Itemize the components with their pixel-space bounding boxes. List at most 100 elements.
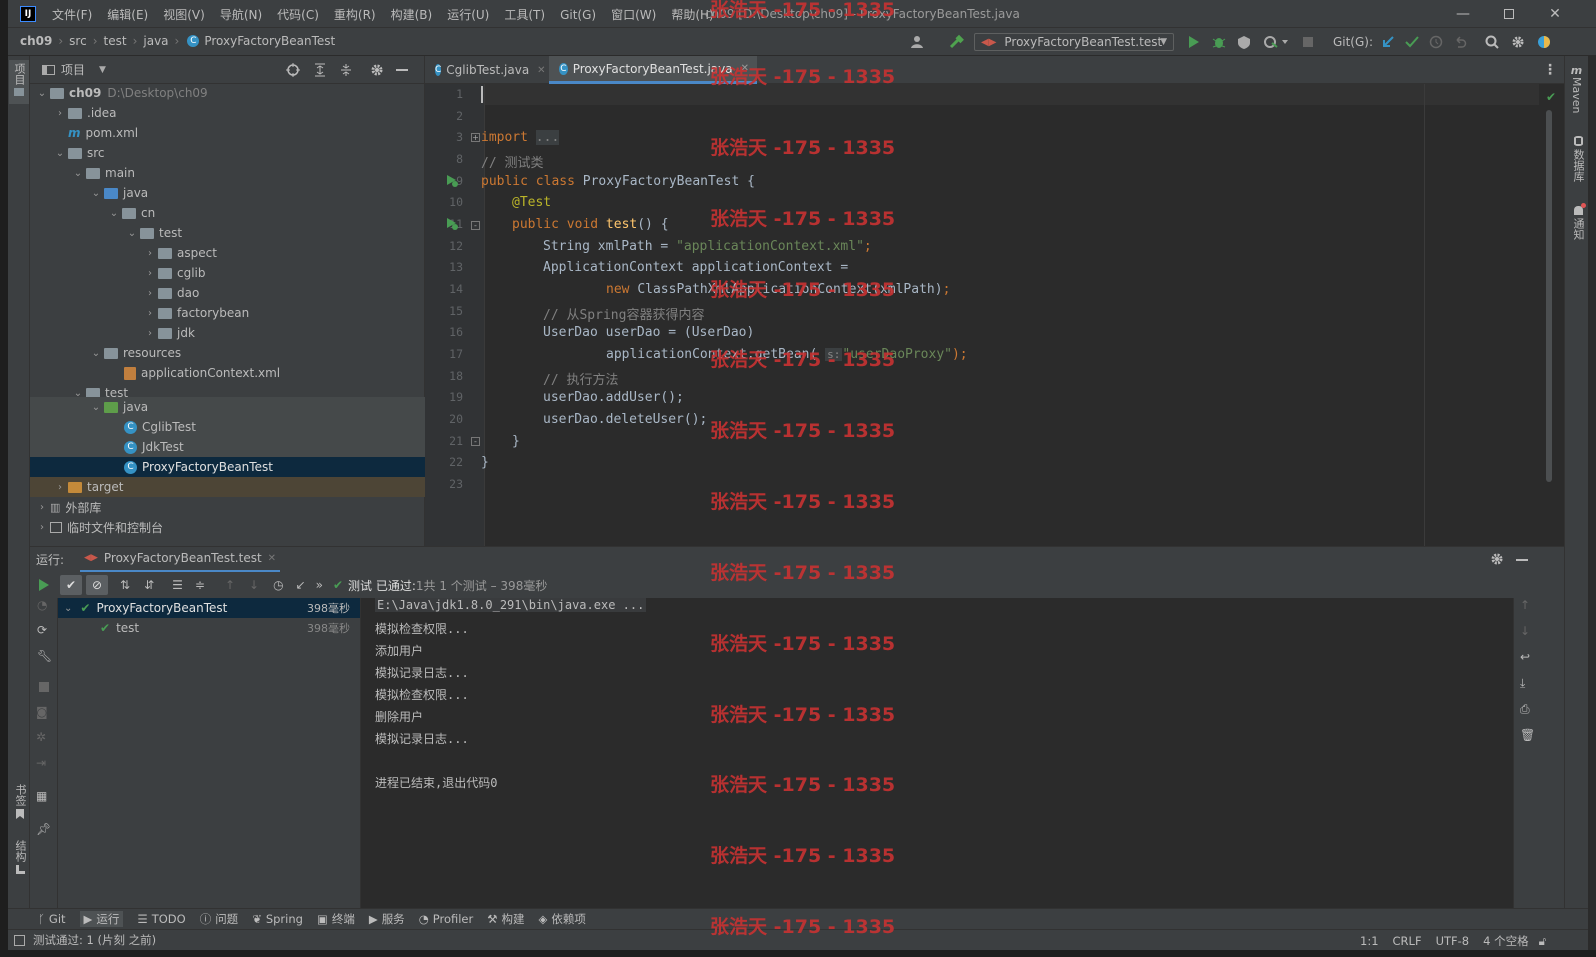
scroll-to-end-icon[interactable]: ⤓: [1520, 676, 1525, 691]
arrow-down-icon[interactable]: ↓: [249, 578, 259, 592]
tree-item-jdktest[interactable]: C JdkTest: [30, 437, 425, 457]
close-window-button[interactable]: ✕: [1532, 0, 1578, 28]
breadcrumb-item[interactable]: src: [69, 34, 87, 48]
caret-position[interactable]: 1:1: [1360, 934, 1379, 948]
menu-view[interactable]: 视图(V): [163, 6, 205, 23]
tab-cglibtest[interactable]: C CglibTest.java ✕: [425, 56, 549, 84]
tree-item-src[interactable]: ⌄ src: [30, 143, 425, 163]
wrench-icon[interactable]: 🔧︎: [37, 649, 52, 663]
tree-item-jdk[interactable]: › jdk: [30, 323, 425, 343]
file-encoding[interactable]: UTF-8: [1436, 934, 1470, 948]
search-icon[interactable]: [1482, 33, 1502, 51]
settings-gear-icon[interactable]: [1508, 33, 1528, 51]
maven-tool-button[interactable]: m Maven: [1570, 64, 1583, 113]
chevron-right-icon[interactable]: ›: [144, 308, 156, 319]
sort-duration-icon[interactable]: ⇵: [144, 578, 154, 592]
hide-panel-icon[interactable]: [396, 69, 408, 71]
breadcrumb-item[interactable]: ProxyFactoryBeanTest: [204, 34, 335, 48]
folded-imports[interactable]: ...: [535, 130, 560, 145]
git-rollback-icon[interactable]: [1450, 33, 1470, 51]
chevron-right-icon[interactable]: ›: [144, 268, 156, 279]
run-test-class-icon[interactable]: [445, 174, 459, 188]
chevron-down-icon[interactable]: ▼: [99, 65, 106, 75]
arrow-up-icon[interactable]: ↑: [1520, 598, 1530, 612]
menu-build[interactable]: 构建(B): [391, 6, 433, 23]
tree-item-factorybean[interactable]: › factorybean: [30, 303, 425, 323]
tree-item-main-java[interactable]: ⌄ java: [30, 183, 425, 203]
import-tests-icon[interactable]: ↙: [296, 578, 306, 592]
pin-icon[interactable]: 📌︎: [36, 822, 51, 836]
more-options-icon[interactable]: ⋮: [1543, 62, 1557, 78]
tree-item-cglib[interactable]: › cglib: [30, 263, 425, 283]
tree-item-proxyfactorybeantest[interactable]: C ProxyFactoryBeanTest: [30, 457, 425, 477]
tool-tab-spring[interactable]: ❦ Spring: [252, 912, 303, 926]
fold-end-icon[interactable]: -: [471, 437, 480, 446]
chevron-right-icon[interactable]: ›: [36, 502, 48, 513]
fold-expand-icon[interactable]: +: [471, 133, 480, 142]
menu-navigate[interactable]: 导航(N): [220, 6, 262, 23]
chevron-right-icon[interactable]: ›: [54, 108, 66, 119]
tool-tab-dependencies[interactable]: ◈ 依赖项: [539, 911, 586, 927]
sort-alpha-icon[interactable]: ⇅: [120, 578, 130, 592]
tree-item-aspect[interactable]: › aspect: [30, 243, 425, 263]
run-button[interactable]: [1184, 33, 1204, 51]
chevron-down-icon[interactable]: ⌄: [108, 208, 120, 219]
chevron-right-icon[interactable]: ›: [54, 482, 66, 493]
panel-settings-gear-icon[interactable]: [370, 63, 384, 77]
tree-item-cn[interactable]: ⌄ cn: [30, 203, 425, 223]
git-history-icon[interactable]: [1426, 33, 1446, 51]
menu-tools[interactable]: 工具(T): [504, 6, 545, 23]
locate-file-icon[interactable]: [286, 63, 300, 77]
editor-scrollbar[interactable]: ✔: [1539, 84, 1564, 546]
rerun-failed-icon[interactable]: ⟳: [37, 623, 47, 637]
tree-item-resources[interactable]: ⌄ resources: [30, 343, 425, 363]
tool-tab-terminal[interactable]: ▣ 终端: [317, 911, 355, 927]
hide-panel-icon[interactable]: [1516, 559, 1528, 561]
tree-item-cn-test[interactable]: ⌄ test: [30, 223, 425, 243]
tree-item-test-java[interactable]: ⌄ java: [30, 397, 425, 417]
build-hammer-icon[interactable]: [946, 33, 966, 51]
run-tab[interactable]: ◀▶ ProxyFactoryBeanTest.test ✕: [80, 547, 281, 573]
arrow-down-icon[interactable]: ↓: [1520, 624, 1530, 638]
print-icon[interactable]: ⎙: [1520, 702, 1530, 717]
menu-git[interactable]: Git(G): [560, 8, 596, 22]
user-icon[interactable]: [904, 33, 932, 51]
panel-toggle-icon[interactable]: [14, 934, 25, 946]
debug-button[interactable]: [1209, 33, 1229, 51]
chevron-down-icon[interactable]: ⌄: [126, 228, 138, 239]
status-message[interactable]: 测试通过: 1 (片刻 之前): [33, 932, 156, 948]
chevron-right-icon[interactable]: ›: [36, 522, 48, 533]
chevron-right-icon[interactable]: ›: [144, 328, 156, 339]
indent-setting[interactable]: 4 个空格: [1483, 933, 1528, 949]
test-result-row[interactable]: ⌄ ✔ ProxyFactoryBeanTest 398毫秒: [58, 598, 360, 618]
tree-item-external-libs[interactable]: › ▥ 外部库: [30, 497, 425, 517]
close-tab-icon[interactable]: ✕: [537, 65, 545, 76]
chevron-down-icon[interactable]: ⌄: [72, 168, 84, 179]
stop-button[interactable]: [1298, 33, 1318, 51]
chevron-down-icon[interactable]: ⌄: [90, 188, 102, 199]
breadcrumb-item[interactable]: ch09: [20, 34, 52, 48]
rerun-button[interactable]: [38, 578, 50, 592]
tree-item-dao[interactable]: › dao: [30, 283, 425, 303]
bookmarks-tool-button[interactable]: 书签: [12, 784, 28, 819]
expand-all-icon[interactable]: [313, 63, 327, 77]
menu-code[interactable]: 代码(C): [277, 6, 319, 23]
tree-item-pom[interactable]: m pom.xml: [30, 123, 425, 143]
run-config-select[interactable]: ◀▶ ProxyFactoryBeanTest.test ▼: [974, 33, 1174, 51]
git-commit-icon[interactable]: [1402, 33, 1422, 51]
breadcrumb-item[interactable]: java: [143, 34, 168, 48]
chevron-down-icon[interactable]: ⌄: [90, 348, 102, 359]
chevron-down-icon[interactable]: ⌄: [64, 603, 72, 614]
arrow-up-icon[interactable]: ↑: [225, 578, 235, 592]
project-tool-button[interactable]: 项目: [9, 60, 29, 104]
notifications-tool-button[interactable]: 通知: [1570, 203, 1586, 240]
profile-button[interactable]: [1259, 33, 1293, 51]
coverage-button[interactable]: [1234, 33, 1254, 51]
fold-collapse-icon[interactable]: -: [471, 221, 480, 230]
chevron-down-icon[interactable]: ⌄: [36, 88, 48, 99]
tree-item-target[interactable]: › target: [30, 477, 425, 497]
chevron-right-icon[interactable]: ›: [144, 288, 156, 299]
menu-window[interactable]: 窗口(W): [611, 6, 656, 23]
lock-icon[interactable]: 🔓︎: [1539, 934, 1546, 949]
menu-edit[interactable]: 编辑(E): [107, 6, 148, 23]
